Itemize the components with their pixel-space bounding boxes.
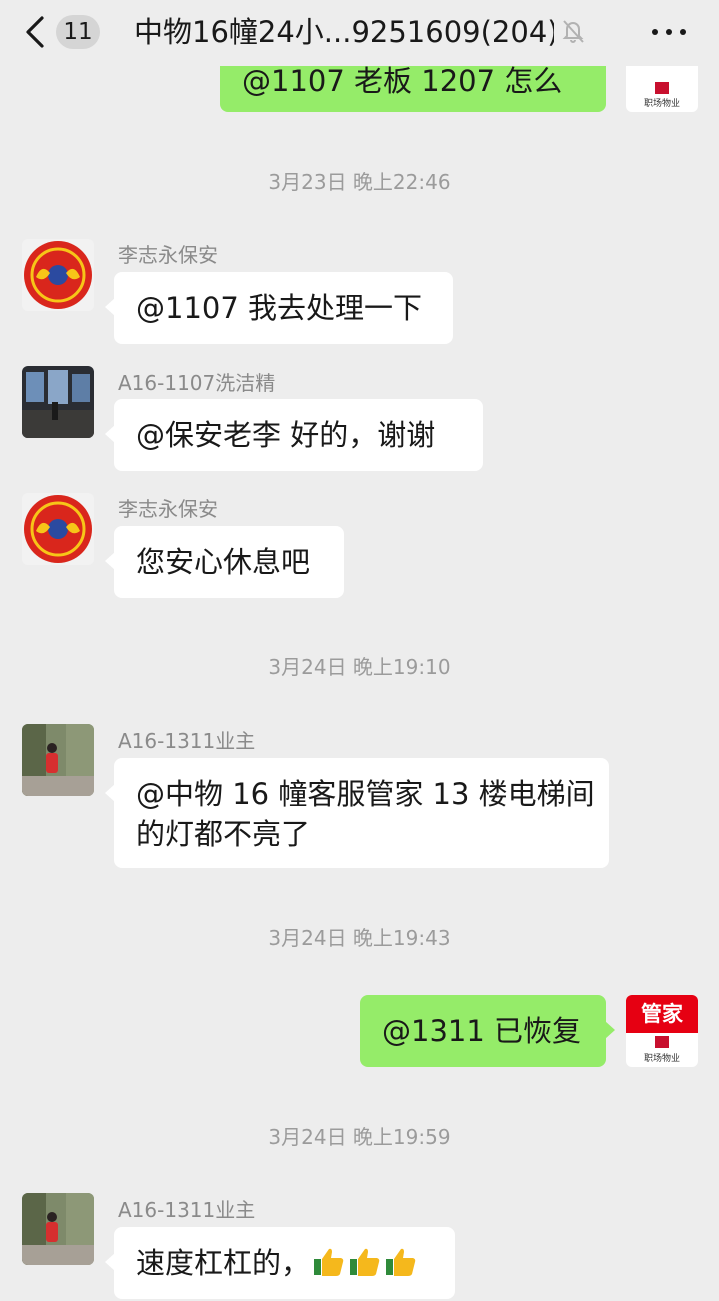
dot-icon [652,29,658,35]
message-bubble[interactable]: 您安心休息吧 [105,526,344,598]
timestamp: 3月24日 晚上19:10 [268,655,451,679]
message-text: 速度杠杠的， [136,1246,311,1280]
avatar-security-guard[interactable] [22,239,94,311]
message-text: @保安老李 好的，谢谢 [136,418,436,452]
photo-thumbnail-icon [22,724,94,796]
sender-name: 李志永保安 [118,243,218,267]
sender-name: 李志永保安 [118,497,218,521]
self-avatar[interactable]: 管家 职场物业 [626,995,698,1067]
unread-count-badge: 11 [56,15,100,49]
timestamp: 3月23日 晚上22:46 [268,170,451,194]
timestamp: 3月24日 晚上19:43 [268,926,451,950]
avatar-security-guard[interactable] [22,493,94,565]
dot-icon [680,29,686,35]
message-text: 您安心休息吧 [136,545,311,579]
message-text: @1107 我去处理一下 [136,291,423,325]
chat-header: 11 中物16幢24小...9251609(204) [0,0,719,66]
sender-name: A16-1311业主 [118,1198,256,1222]
sender-name: A16-1107洗洁精 [118,371,276,395]
message-bubble[interactable]: @1107 我去处理一下 [105,272,453,344]
avatar-1107[interactable] [22,366,94,438]
message-text: @1107 老板 1207 怎么啦 [242,64,563,98]
avatar-1311[interactable] [22,724,94,796]
thumbs-up-icon [314,1248,344,1276]
message-bubble-self[interactable]: @1311 已恢复 [360,995,615,1067]
message-bubble[interactable]: @保安老李 好的，谢谢 [105,399,483,471]
red-emblem-icon [22,493,94,565]
message-bubble[interactable]: @中物 16 幢客服管家 13 楼电梯间 的灯都不亮了 [105,758,609,868]
message-text: @1311 已恢复 [382,1014,582,1048]
chevron-left-icon [26,16,44,48]
thumbs-up-icon [350,1248,380,1276]
badge-label: 管家 [641,1002,683,1026]
message-bubble[interactable]: 速度杠杠的， [105,1227,455,1299]
thumbs-up-icon [386,1248,416,1276]
brand-label: 职场物业 [643,1054,680,1064]
timestamp: 3月24日 晚上19:59 [268,1125,451,1149]
sender-name: A16-1311业主 [118,729,256,753]
chat-title: 中物16幢24小...9251609(204) [134,15,554,49]
brand-label: 职场物业 [643,99,680,109]
message-text-line: 的灯都不亮了 [136,817,311,851]
back-button[interactable]: 11 [22,10,100,54]
message-text-line: @中物 16 幢客服管家 13 楼电梯间 [136,777,595,811]
photo-thumbnail-icon [22,1193,94,1265]
avatar-1311[interactable] [22,1193,94,1265]
dot-icon [666,29,672,35]
photo-thumbnail-icon [22,366,94,438]
red-emblem-icon [22,239,94,311]
more-options-button[interactable] [644,14,694,50]
mute-bell-icon [562,20,584,43]
